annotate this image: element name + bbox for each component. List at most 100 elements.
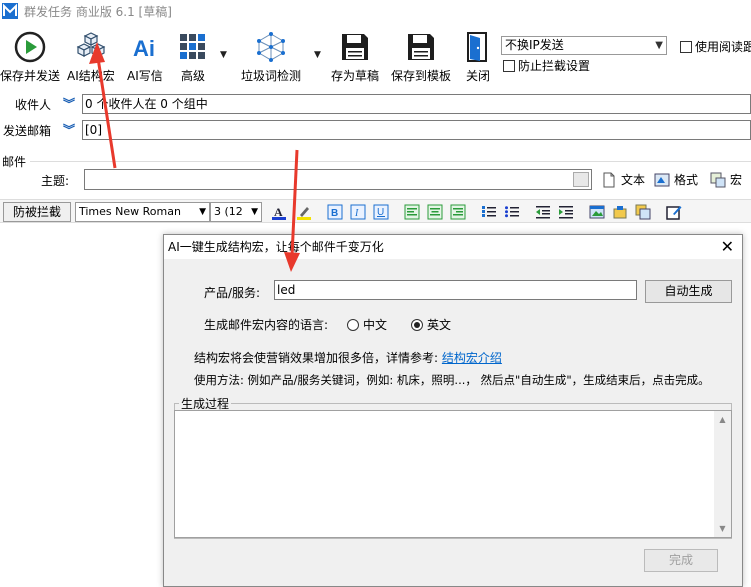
double-chevron-down-icon[interactable]: ︾ (63, 121, 75, 138)
insert-image-icon[interactable] (589, 204, 605, 220)
save-draft-label: 存为草稿 (331, 69, 380, 83)
checkbox-box (503, 59, 515, 72)
language-english-label: 英文 (427, 318, 452, 332)
language-chinese-label: 中文 (363, 318, 388, 332)
vertical-scrollbar[interactable]: ▲ ▼ (714, 411, 731, 537)
anti-block-checkbox[interactable]: 防止拦截设置 (503, 57, 590, 74)
save-send-label: 保存并发送 (0, 69, 61, 83)
advanced-button[interactable]: 高级 (176, 30, 210, 84)
scroll-up-icon[interactable]: ▲ (714, 411, 731, 428)
cubes-icon (76, 32, 106, 57)
font-name-value: Times New Roman (79, 205, 181, 218)
macro-intro-link[interactable]: 结构宏介绍 (442, 351, 502, 365)
mail-group-label: 邮件 (2, 155, 27, 169)
done-button[interactable]: 完成 (644, 549, 718, 572)
svg-text:Ai: Ai (133, 36, 155, 61)
edit-source-icon[interactable] (666, 204, 682, 220)
checkbox-box (680, 40, 692, 53)
ai-write-label: AI写信 (127, 69, 163, 83)
close-button[interactable]: 关闭 (461, 30, 495, 84)
info-text: 结构宏将会使营销效果增加很多倍，详情参考: 结构宏介绍 (194, 349, 502, 366)
language-label: 生成邮件宏内容的语言: (204, 318, 329, 332)
ai-macro-dialog: AI一键生成结构宏，让每个邮件千变万化 ✕ 产品/服务: led 自动生成 生成… (163, 234, 743, 587)
numbered-list-icon[interactable] (481, 204, 497, 220)
bullet-list-icon[interactable] (504, 204, 520, 220)
advanced-dropdown-icon[interactable]: ▼ (220, 50, 227, 60)
recipients-field[interactable]: 0 个收件人在 0 个组中 (82, 94, 751, 114)
font-size-value: 3 (12 (214, 205, 243, 218)
recipients-label: 收件人 (15, 98, 52, 112)
ai-write-button[interactable]: Ai AI写信 (127, 30, 163, 84)
close-icon[interactable]: ✕ (721, 237, 734, 257)
anti-block-button[interactable]: 防被拦截 (3, 202, 71, 222)
format-mode-label: 格式 (674, 173, 699, 187)
insert-attachment-icon[interactable] (612, 204, 628, 220)
indent-icon[interactable] (558, 204, 574, 220)
outdent-icon[interactable] (535, 204, 551, 220)
play-icon (14, 31, 46, 63)
save-send-button[interactable]: 保存并发送 (0, 30, 60, 84)
font-name-select[interactable]: Times New Roman ▼ (75, 202, 210, 222)
read-receipt-checkbox[interactable]: 使用阅读跟 (680, 38, 751, 55)
save-template-label: 保存到模板 (391, 69, 452, 83)
svg-text:A: A (274, 205, 283, 219)
svg-text:B: B (331, 208, 338, 219)
chevron-down-icon: ▼ (251, 207, 258, 217)
ai-macro-label: AI结构宏 (67, 69, 115, 83)
main-toolbar: 保存并发送 AI结构宏 Ai AI写信 高级 ▼ 垃圾词检测 ▼ 存为草稿 保存… (0, 22, 751, 84)
floppy-icon (342, 34, 368, 60)
door-icon (467, 32, 487, 62)
window-title: 群发任务 商业版 6.1 [草稿] (24, 4, 172, 19)
insert-link-icon[interactable] (635, 204, 651, 220)
language-english-radio[interactable]: 英文 (411, 316, 451, 333)
format-icon (654, 173, 670, 186)
product-input[interactable]: led (274, 280, 637, 300)
macro-mode-button[interactable]: 宏 (710, 171, 742, 188)
save-template-button[interactable]: 保存到模板 (391, 30, 451, 84)
text-mode-button[interactable]: 文本 (601, 171, 645, 188)
align-center-icon[interactable] (427, 204, 443, 220)
network-icon (257, 32, 285, 62)
spam-check-button[interactable]: 垃圾词检测 (241, 30, 301, 84)
info-description: 结构宏将会使营销效果增加很多倍，详情参考: (194, 351, 439, 365)
process-output[interactable]: ▲ ▼ (174, 410, 732, 538)
dialog-title-bar: AI一键生成结构宏，让每个邮件千变万化 ✕ (164, 235, 742, 259)
read-receipt-label: 使用阅读跟 (695, 40, 751, 54)
subject-label: 主题: (41, 174, 70, 188)
underline-icon[interactable]: U (373, 204, 389, 220)
ai-macro-button[interactable]: AI结构宏 (67, 30, 115, 84)
align-left-icon[interactable] (404, 204, 420, 220)
format-toolbar: 防被拦截 Times New Roman ▼ 3 (12 ▼ A B I U (0, 199, 751, 223)
font-size-select[interactable]: 3 (12 ▼ (210, 202, 262, 222)
chevron-down-icon: ▼ (655, 40, 663, 51)
bold-icon[interactable]: B (327, 204, 343, 220)
radio-dot (347, 318, 359, 331)
language-chinese-radio[interactable]: 中文 (347, 316, 387, 333)
auto-generate-button[interactable]: 自动生成 (645, 280, 732, 303)
sender-field[interactable]: [0] (82, 120, 751, 140)
align-right-icon[interactable] (450, 204, 466, 220)
format-mode-button[interactable]: 格式 (654, 171, 698, 188)
double-chevron-down-icon[interactable]: ︾ (63, 95, 75, 112)
italic-icon[interactable]: I (350, 204, 366, 220)
macro-picker-icon[interactable] (573, 172, 589, 187)
chevron-down-icon: ▼ (199, 207, 206, 217)
spam-check-dropdown-icon[interactable]: ▼ (314, 50, 321, 60)
ip-mode-value: 不换IP发送 (505, 38, 564, 52)
usage-text: 使用方法: 例如产品/服务关键词，例如: 机床，照明...， 然后点"自动生成"… (194, 373, 710, 387)
recipients-row: 收件人 ︾ 0 个收件人在 0 个组中 (0, 92, 751, 116)
ip-mode-select[interactable]: 不换IP发送 ▼ (501, 36, 667, 55)
highlight-icon[interactable] (296, 204, 312, 220)
app-logo-icon (2, 3, 18, 19)
scroll-down-icon[interactable]: ▼ (714, 520, 731, 537)
font-color-icon[interactable]: A (271, 204, 287, 220)
product-label: 产品/服务: (204, 286, 261, 300)
dialog-title: AI一键生成结构宏，让每个邮件千变万化 (168, 240, 384, 254)
save-draft-button[interactable]: 存为草稿 (331, 30, 379, 84)
grid-icon (180, 34, 205, 59)
text-mode-label: 文本 (621, 173, 646, 187)
anti-block-label: 防止拦截设置 (518, 59, 591, 73)
subject-input[interactable] (84, 169, 592, 190)
group-divider (30, 161, 751, 162)
macro-mode-label: 宏 (730, 173, 743, 187)
